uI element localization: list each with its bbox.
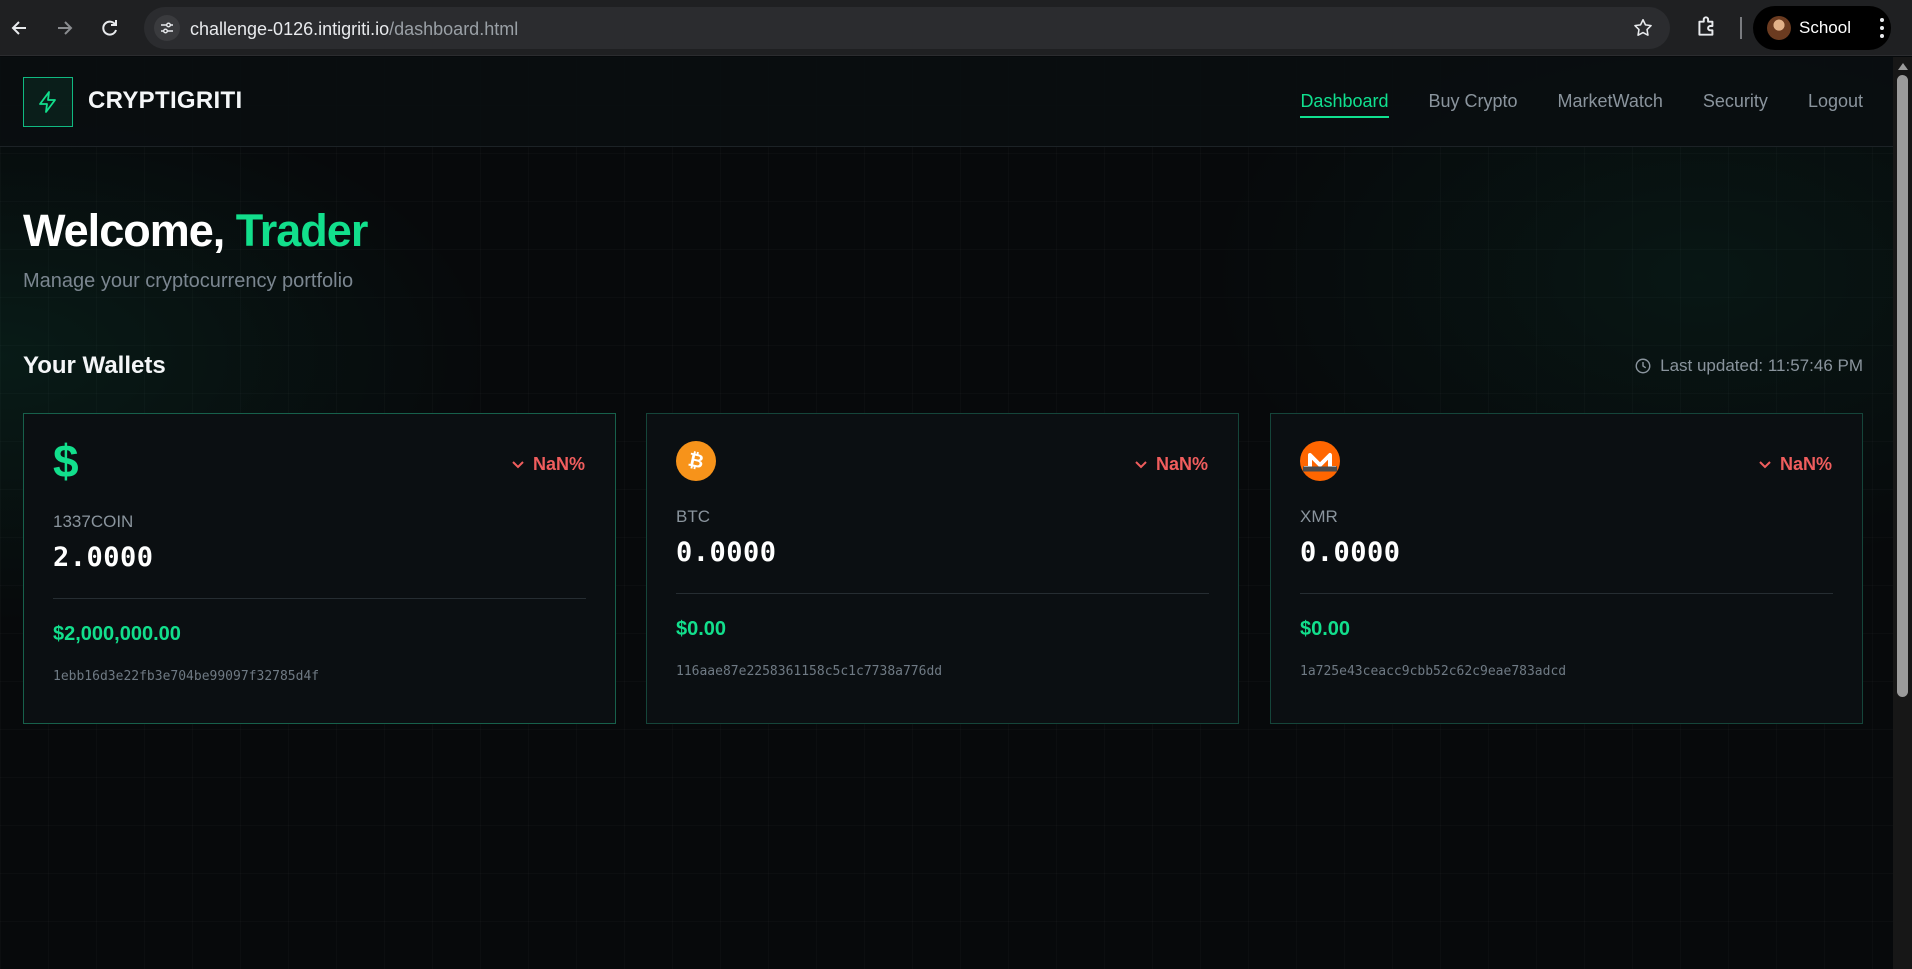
nav-dashboard[interactable]: Dashboard	[1300, 91, 1389, 118]
extensions-puzzle-icon[interactable]	[1694, 13, 1720, 44]
chevron-down-icon	[1135, 460, 1147, 468]
chevron-down-icon	[1759, 460, 1771, 468]
wallet-card-btc[interactable]: ₿ NaN% BTC 0.0000 $0.00 116aae87e2258361…	[646, 413, 1239, 724]
wallet-usd-value: $2,000,000.00	[53, 623, 181, 645]
wallet-address: 116aae87e2258361158c5c1c7738a776dd	[676, 664, 943, 679]
reload-icon[interactable]	[96, 14, 124, 42]
scroll-up-arrow-icon[interactable]	[1898, 63, 1908, 70]
user-name: Trader	[235, 205, 369, 256]
page-viewport: CRYPTIGRITI Dashboard Buy Crypto MarketW…	[0, 57, 1893, 969]
wallet-address: 1ebb16d3e22fb3e704be99097f32785d4f	[53, 669, 320, 684]
browser-menu-icon[interactable]	[1878, 14, 1886, 47]
dollar-icon: $	[53, 435, 79, 487]
scrollbar-thumb[interactable]	[1897, 75, 1908, 697]
page-title: Welcome, Trader	[23, 205, 369, 257]
url-text: challenge-0126.intigriti.io/dashboard.ht…	[190, 19, 519, 39]
wallet-address: 1a725e43ceacc9cbb52c62c9eae783adcd	[1300, 664, 1567, 679]
address-bar[interactable]: challenge-0126.intigriti.io/dashboard.ht…	[144, 7, 1670, 49]
page-scrollbar[interactable]	[1893, 57, 1912, 969]
lightning-icon	[39, 91, 56, 113]
change-value: NaN%	[532, 454, 585, 474]
avatar	[1767, 16, 1791, 40]
last-updated: Last updated: 11:57:46 PM	[1634, 356, 1863, 376]
change-indicator: NaN%	[511, 454, 585, 475]
back-icon[interactable]	[6, 14, 34, 42]
chevron-down-icon	[512, 460, 524, 468]
last-updated-text: Last updated: 11:57:46 PM	[1660, 356, 1863, 375]
site-header: CRYPTIGRITI Dashboard Buy Crypto MarketW…	[0, 57, 1893, 147]
brand-name: CRYPTIGRITI	[88, 87, 243, 114]
welcome-prefix: Welcome,	[23, 205, 225, 256]
change-value: NaN%	[1779, 454, 1832, 474]
logo[interactable]	[23, 77, 73, 127]
browser-toolbar: challenge-0126.intigriti.io/dashboard.ht…	[0, 0, 1912, 56]
main-nav: Dashboard Buy Crypto MarketWatch Securit…	[1300, 91, 1863, 118]
site-settings-icon[interactable]	[154, 15, 180, 41]
change-value: NaN%	[1155, 454, 1208, 474]
wallet-amount: 0.0000	[676, 537, 777, 568]
divider	[1300, 593, 1833, 594]
toolbar-separator	[1740, 17, 1742, 39]
wallet-card-1337coin[interactable]: $ NaN% 1337COIN 2.0000 $2,000,000.00 1eb…	[23, 413, 616, 724]
monero-icon	[1300, 441, 1340, 481]
wallets-heading: Your Wallets	[23, 352, 166, 379]
wallet-amount: 2.0000	[53, 542, 154, 573]
change-indicator: NaN%	[1134, 454, 1208, 475]
wallet-usd-value: $0.00	[676, 618, 727, 640]
bitcoin-icon: ₿	[676, 441, 716, 481]
page-subtitle: Manage your cryptocurrency portfolio	[23, 270, 354, 292]
nav-buy-crypto[interactable]: Buy Crypto	[1429, 91, 1518, 118]
profile-button[interactable]: School	[1753, 6, 1891, 50]
forward-icon[interactable]	[50, 14, 78, 42]
divider	[53, 598, 586, 599]
wallet-symbol: 1337COIN	[53, 512, 134, 531]
wallet-usd-value: $0.00	[1300, 618, 1351, 640]
wallet-symbol: BTC	[676, 507, 710, 526]
nav-logout[interactable]: Logout	[1808, 91, 1863, 118]
change-indicator: NaN%	[1758, 454, 1832, 475]
svg-text:₿: ₿	[686, 449, 706, 473]
nav-marketwatch[interactable]: MarketWatch	[1558, 91, 1663, 118]
profile-name: School	[1799, 18, 1851, 37]
wallet-amount: 0.0000	[1300, 537, 1401, 568]
bookmark-star-icon[interactable]	[1632, 17, 1654, 44]
nav-security[interactable]: Security	[1703, 91, 1768, 118]
wallet-card-xmr[interactable]: NaN% XMR 0.0000 $0.00 1a725e43ceacc9cbb5…	[1270, 413, 1863, 724]
divider	[676, 593, 1209, 594]
clock-icon	[1635, 358, 1651, 374]
wallet-symbol: XMR	[1300, 507, 1338, 526]
